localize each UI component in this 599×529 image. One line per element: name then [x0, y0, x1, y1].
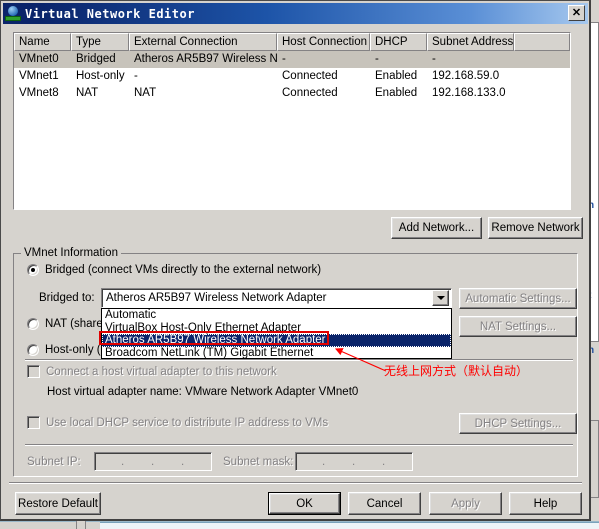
- ok-label: OK: [269, 493, 340, 514]
- table-cell-host: Connected: [282, 70, 338, 82]
- subnet-ip-input[interactable]: ...: [94, 452, 212, 471]
- virtual-network-editor-dialog: Virtual Network Editor ✕ Name Type Exter…: [0, 0, 591, 521]
- nat-settings-button[interactable]: NAT Settings...: [459, 316, 577, 337]
- table-body: VMnet0 Bridged Atheros AR5B97 Wireless N..…: [14, 51, 570, 102]
- close-icon[interactable]: ✕: [568, 5, 585, 21]
- restore-default-label: Restore Default: [18, 497, 98, 510]
- radio-nat-label: NAT (shared: [45, 318, 110, 330]
- checkbox-use-local-dhcp-label: Use local DHCP service to distribute IP …: [46, 416, 329, 429]
- help-label: Help: [533, 497, 558, 510]
- table-cell-subnet: 192.168.133.0: [432, 87, 506, 99]
- table-cell-type: Host-only: [76, 70, 125, 82]
- table-row[interactable]: VMnet8 NAT NAT Connected Enabled 192.168.133.…: [14, 85, 570, 102]
- ok-button[interactable]: OK: [268, 492, 341, 515]
- dhcp-settings-button[interactable]: DHCP Settings...: [459, 413, 577, 434]
- column-header-dhcp[interactable]: DHCP: [370, 33, 427, 51]
- column-header-name[interactable]: Name: [14, 33, 71, 51]
- table-header-row: Name Type External Connection Host Conne…: [14, 33, 570, 51]
- dhcp-settings-label: DHCP Settings...: [474, 417, 562, 430]
- footer-separator: [9, 482, 582, 484]
- subnet-ip-label: Subnet IP:: [27, 456, 81, 468]
- annotation-text: 无线上网方式（默认自动）: [384, 364, 529, 378]
- automatic-settings-label: Automatic Settings...: [465, 292, 571, 305]
- table-cell-name: VMnet1: [19, 70, 59, 82]
- nat-settings-label: NAT Settings...: [479, 320, 557, 333]
- window-title: Virtual Network Editor: [25, 6, 195, 21]
- table-cell-type: Bridged: [76, 53, 116, 65]
- table-cell-host: Connected: [282, 87, 338, 99]
- radio-bridged[interactable]: Bridged (connect VMs directly to the ext…: [27, 264, 321, 276]
- cancel-button[interactable]: Cancel: [348, 492, 421, 515]
- table-cell-subnet: 192.168.59.0: [432, 70, 500, 82]
- host-adapter-name: Host virtual adapter name: VMware Networ…: [47, 386, 359, 398]
- annotation-arrow-icon: [334, 348, 387, 372]
- dropdown-option[interactable]: Atheros AR5B97 Wireless Network Adapter: [102, 334, 451, 347]
- chevron-down-icon[interactable]: [432, 290, 449, 306]
- table-cell-dhcp: -: [375, 53, 379, 65]
- group-separator-1: [25, 359, 573, 361]
- apply-button[interactable]: Apply: [429, 492, 502, 515]
- remove-network-button[interactable]: Remove Network: [488, 217, 583, 239]
- add-network-label: Add Network...: [398, 222, 475, 234]
- checkbox-connect-host-adapter-label: Connect a host virtual adapter to this n…: [46, 365, 277, 378]
- subnet-mask-input[interactable]: ...: [295, 452, 413, 471]
- checkbox-use-local-dhcp-box[interactable]: [27, 416, 40, 429]
- table-cell-subnet: -: [432, 53, 436, 65]
- subnet-mask-label: Subnet mask:: [223, 456, 294, 468]
- checkbox-connect-host-adapter-box[interactable]: [27, 365, 40, 378]
- dropdown-option[interactable]: Broadcom NetLink (TM) Gigabit Ethernet: [102, 347, 451, 360]
- table-cell-external: Atheros AR5B97 Wireless N...: [134, 53, 277, 65]
- table-cell-type: NAT: [76, 87, 99, 99]
- column-header-extra[interactable]: [514, 33, 570, 51]
- radio-nat-indicator[interactable]: [27, 318, 39, 330]
- networks-table[interactable]: Name Type External Connection Host Conne…: [13, 32, 571, 210]
- remove-network-label: Remove Network: [491, 222, 580, 234]
- table-row[interactable]: VMnet0 Bridged Atheros AR5B97 Wireless N..…: [14, 51, 570, 68]
- table-cell-name: VMnet8: [19, 87, 59, 99]
- bridged-to-dropdown-list[interactable]: Automatic VirtualBox Host-Only Ethernet A…: [101, 308, 452, 359]
- restore-default-button[interactable]: Restore Default: [15, 492, 101, 515]
- virtual-network-icon: [5, 5, 21, 22]
- group-separator-2: [25, 444, 573, 446]
- radio-bridged-indicator[interactable]: [27, 264, 39, 276]
- table-cell-host: -: [282, 53, 286, 65]
- dropdown-option[interactable]: VirtualBox Host-Only Ethernet Adapter: [102, 322, 451, 335]
- radio-host-only-indicator[interactable]: [27, 344, 39, 356]
- column-header-subnet[interactable]: Subnet Address: [427, 33, 514, 51]
- vmnet-information-label: VMnet Information: [21, 247, 121, 259]
- table-row[interactable]: VMnet1 Host-only - Connected Enabled 192.168.…: [14, 68, 570, 85]
- radio-nat[interactable]: NAT (shared: [27, 318, 109, 330]
- taskbar-strip-inner: [100, 522, 599, 529]
- radio-host-only[interactable]: Host-only (co: [27, 344, 113, 356]
- table-cell-dhcp: Enabled: [375, 87, 418, 99]
- column-header-type[interactable]: Type: [71, 33, 129, 51]
- radio-bridged-label: Bridged (connect VMs directly to the ext…: [45, 264, 322, 276]
- add-network-button[interactable]: Add Network...: [391, 217, 482, 239]
- cancel-label: Cancel: [366, 497, 403, 510]
- apply-label: Apply: [451, 497, 480, 510]
- table-cell-name: VMnet0: [19, 53, 59, 65]
- checkbox-connect-host-adapter[interactable]: Connect a host virtual adapter to this n…: [27, 365, 277, 378]
- column-header-external[interactable]: External Connection: [129, 33, 277, 51]
- table-cell-external: NAT: [134, 87, 157, 99]
- help-button[interactable]: Help: [509, 492, 582, 515]
- bridged-to-value: Atheros AR5B97 Wireless Network Adapter: [106, 292, 327, 304]
- bridged-to-label: Bridged to:: [39, 292, 95, 304]
- dropdown-option[interactable]: Automatic: [102, 309, 451, 322]
- table-cell-dhcp: Enabled: [375, 70, 418, 82]
- table-cell-external: -: [134, 70, 138, 82]
- title-bar[interactable]: Virtual Network Editor ✕: [3, 3, 588, 24]
- checkbox-use-local-dhcp[interactable]: Use local DHCP service to distribute IP …: [27, 416, 328, 429]
- automatic-settings-button[interactable]: Automatic Settings...: [459, 288, 577, 309]
- bridged-to-combobox[interactable]: Atheros AR5B97 Wireless Network Adapter: [101, 288, 452, 308]
- column-header-host[interactable]: Host Connection: [277, 33, 370, 51]
